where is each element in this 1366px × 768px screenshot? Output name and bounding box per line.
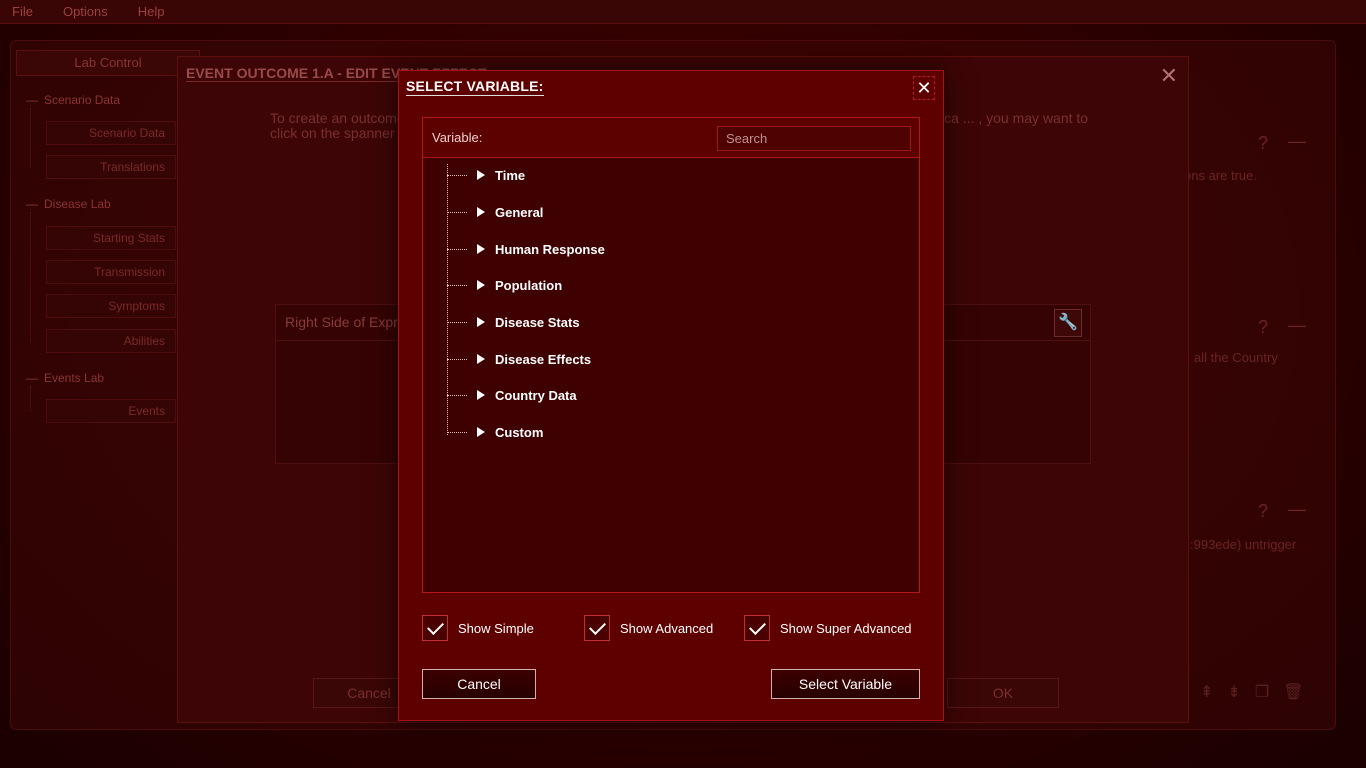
sidebar-item-starting-stats[interactable]: Starting Stats [46, 226, 176, 250]
sidebar-section-scenario-data[interactable]: Scenario Data [26, 93, 120, 107]
help-icon[interactable]: ? [1258, 317, 1268, 338]
show-advanced-checkbox[interactable]: Show Advanced [584, 615, 713, 641]
expand-arrow-icon[interactable] [477, 280, 485, 290]
sidebar-section-disease-lab[interactable]: Disease Lab [26, 197, 111, 211]
collapse-icon[interactable]: — [1288, 315, 1306, 336]
menu-file[interactable]: File [12, 4, 33, 19]
tree-item-label: Disease Effects [495, 351, 592, 367]
expand-arrow-icon[interactable] [477, 427, 485, 437]
checkmark-icon[interactable] [422, 615, 448, 641]
tree-item-label: Population [495, 277, 563, 293]
tree-item-general[interactable]: General [447, 202, 543, 222]
move-down-icon[interactable]: ⇟ [1227, 684, 1254, 701]
expand-arrow-icon[interactable] [477, 317, 485, 327]
sidebar-header: Lab Control [16, 50, 200, 76]
close-icon[interactable]: ✕ [1160, 63, 1178, 89]
close-icon[interactable]: ✕ [913, 76, 935, 100]
show-super-advanced-checkbox[interactable]: Show Super Advanced [744, 615, 912, 641]
variable-panel: Variable: Time General Human Response Po… [422, 117, 920, 593]
show-super-advanced-label: Show Super Advanced [780, 620, 912, 636]
tree-item-label: Time [495, 167, 526, 183]
tree-item-population[interactable]: Population [447, 275, 562, 295]
right-note: ons are true. [1184, 168, 1257, 183]
select-variable-button[interactable]: Select Variable [771, 669, 920, 699]
select-variable-dialog: SELECT VARIABLE: ✕ Variable: Time Genera… [398, 70, 944, 721]
tree-item-human-response[interactable]: Human Response [447, 239, 605, 259]
sidebar-item-symptoms[interactable]: Symptoms [46, 294, 176, 318]
tree-item-country-data[interactable]: Country Data [447, 385, 577, 405]
tree-item-disease-effects[interactable]: Disease Effects [447, 349, 591, 369]
show-simple-checkbox[interactable]: Show Simple [422, 615, 534, 641]
tree-line [30, 386, 31, 412]
right-note: all the Country [1194, 350, 1278, 365]
tree-item-label: General [495, 204, 544, 220]
sidebar-item-translations[interactable]: Translations [46, 155, 176, 179]
trash-icon[interactable]: 🗑 [1283, 684, 1317, 701]
tree-item-time[interactable]: Time [447, 165, 525, 185]
spanner-icon[interactable]: 🔧 [1054, 309, 1082, 337]
cancel-button[interactable]: Cancel [422, 669, 536, 699]
filter-checkboxes: Show Simple Show Advanced Show Super Adv… [399, 615, 943, 641]
sidebar-item-transmission[interactable]: Transmission [46, 260, 176, 284]
right-note: :993ede) untrigger [1190, 537, 1297, 552]
variable-header: Variable: [423, 118, 919, 158]
tree-line [30, 108, 31, 168]
sidebar-item-scenario-data[interactable]: Scenario Data [46, 121, 176, 145]
move-up-icon[interactable]: ⇞ [1200, 684, 1227, 701]
tree-item-label: Disease Stats [495, 314, 580, 330]
expand-arrow-icon[interactable] [477, 170, 485, 180]
expand-arrow-icon[interactable] [477, 354, 485, 364]
variable-label: Variable: [432, 130, 483, 145]
row-tools: ⇞⇟❐🗑 [1200, 682, 1317, 702]
show-simple-label: Show Simple [458, 620, 534, 636]
expand-arrow-icon[interactable] [477, 207, 485, 217]
tree-item-label: Country Data [495, 387, 577, 403]
checkmark-icon[interactable] [744, 615, 770, 641]
edit-ok-button[interactable]: OK [947, 678, 1059, 708]
sidebar-section-events-lab[interactable]: Events Lab [26, 371, 104, 385]
sidebar-item-abilities[interactable]: Abilities [46, 329, 176, 353]
menu-bar: File Options Help [0, 0, 1366, 24]
search-input[interactable] [717, 126, 911, 151]
expand-arrow-icon[interactable] [477, 244, 485, 254]
tree-item-custom[interactable]: Custom [447, 422, 543, 442]
collapse-icon[interactable]: — [1288, 499, 1306, 520]
menu-options[interactable]: Options [63, 4, 108, 19]
sidebar: Lab Control Scenario Data Scenario Data … [16, 50, 202, 430]
checkmark-icon[interactable] [584, 615, 610, 641]
sidebar-item-events[interactable]: Events [46, 399, 176, 423]
tree-item-label: Human Response [495, 241, 605, 257]
dialog-title: SELECT VARIABLE: [406, 78, 544, 96]
copy-icon[interactable]: ❐ [1255, 684, 1283, 701]
show-advanced-label: Show Advanced [620, 620, 714, 636]
expand-arrow-icon[interactable] [477, 390, 485, 400]
tree-item-disease-stats[interactable]: Disease Stats [447, 312, 580, 332]
help-icon[interactable]: ? [1258, 133, 1268, 154]
help-icon[interactable]: ? [1258, 501, 1268, 522]
menu-help[interactable]: Help [138, 4, 165, 19]
tree-line [30, 212, 31, 342]
collapse-icon[interactable]: — [1288, 131, 1306, 152]
tree-item-label: Custom [495, 424, 544, 440]
